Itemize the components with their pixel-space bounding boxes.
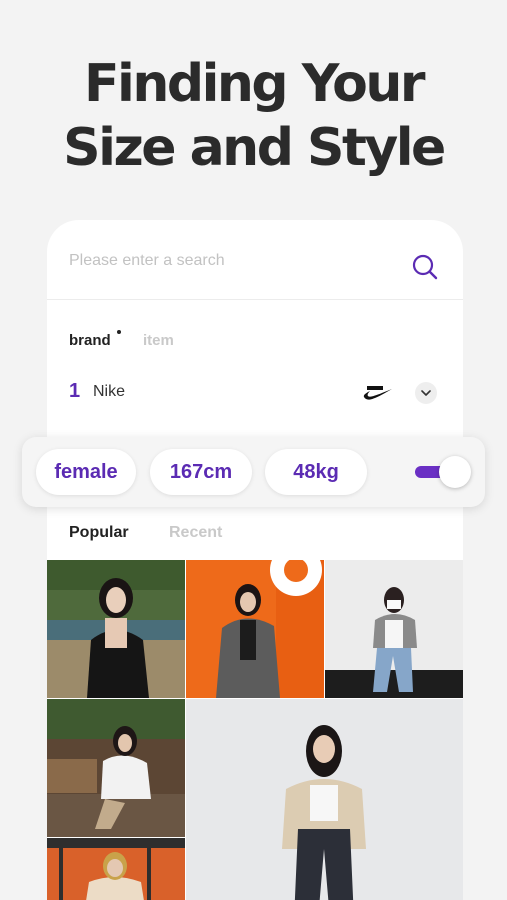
chevron-down-icon[interactable] xyxy=(415,382,437,404)
weight-filter-chip[interactable]: 48kg xyxy=(265,449,367,495)
filter-toggle[interactable] xyxy=(415,455,475,489)
active-tab-dot xyxy=(117,330,121,334)
tab-recent[interactable]: Recent xyxy=(169,524,222,542)
rank-number: 1 xyxy=(69,380,81,402)
toggle-knob xyxy=(439,456,471,488)
tab-popular[interactable]: Popular xyxy=(69,524,129,542)
tab-item[interactable]: item xyxy=(143,332,174,349)
style-photo[interactable] xyxy=(47,699,185,837)
style-photo[interactable] xyxy=(186,699,463,900)
style-photo[interactable] xyxy=(47,560,185,698)
headline-line-1: Finding Your xyxy=(83,54,426,114)
tab-brand[interactable]: brand xyxy=(69,332,111,349)
search-icon[interactable] xyxy=(411,253,439,281)
app-screen: brand item 1 Nike Popular Recent xyxy=(47,220,463,900)
search-bar xyxy=(47,220,463,300)
headline: Finding Your Size and Style xyxy=(0,52,507,180)
brand-ranking-row[interactable]: 1 Nike xyxy=(69,380,441,408)
style-photo[interactable] xyxy=(186,560,324,698)
brand-name: Nike xyxy=(93,383,126,400)
nike-logo-icon xyxy=(363,384,393,402)
style-photo[interactable] xyxy=(325,560,463,698)
height-filter-chip[interactable]: 167cm xyxy=(150,449,252,495)
headline-line-2: Size and Style xyxy=(63,118,446,178)
body-filter-bar: female 167cm 48kg xyxy=(22,437,485,507)
search-input[interactable] xyxy=(69,248,389,274)
style-photo[interactable] xyxy=(47,838,185,900)
gender-filter-chip[interactable]: female xyxy=(36,449,136,495)
